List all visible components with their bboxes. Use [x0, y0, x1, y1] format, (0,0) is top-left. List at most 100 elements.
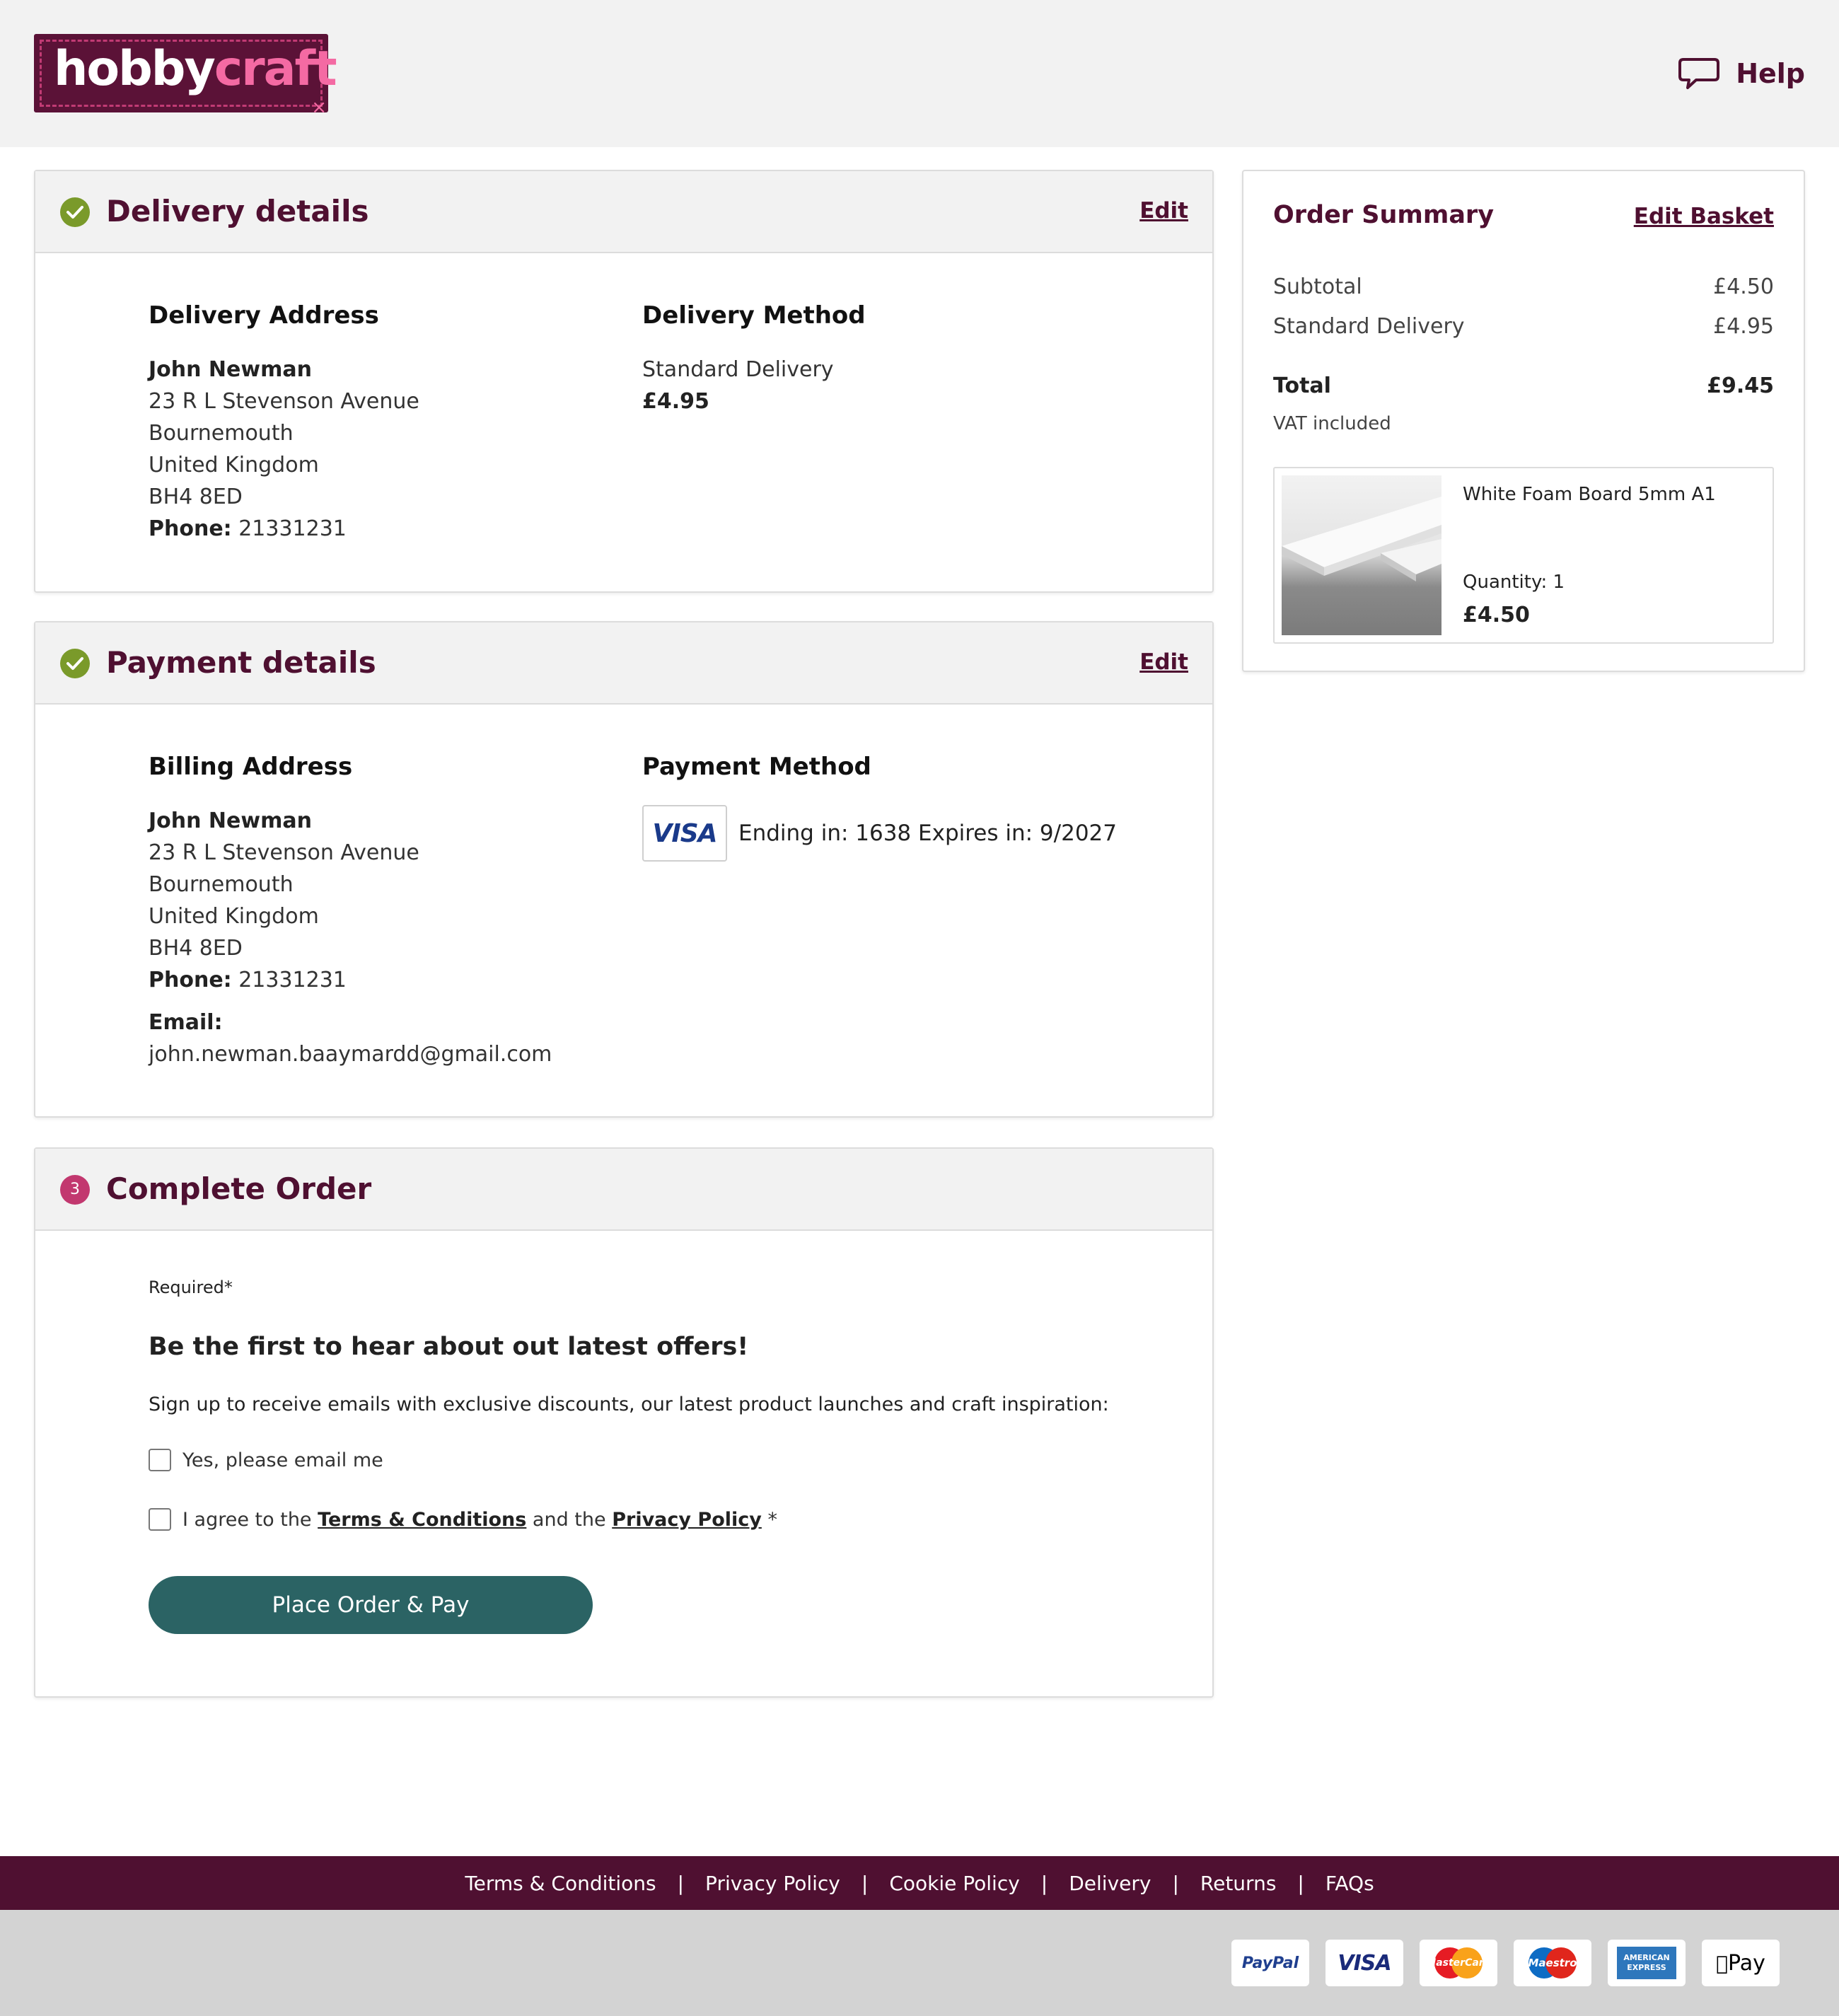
visa-card-icon: VISA	[642, 805, 727, 862]
delivery-name: John Newman	[149, 357, 312, 382]
footer-link-returns[interactable]: Returns	[1200, 1872, 1277, 1895]
hobbycraft-logo[interactable]: hobbycraft ×	[34, 34, 337, 117]
help-label: Help	[1736, 58, 1805, 89]
footer-link-privacy[interactable]: Privacy Policy	[705, 1872, 840, 1895]
billing-line1: 23 R L Stevenson Avenue	[149, 840, 419, 865]
delivery-edit-link[interactable]: Edit	[1139, 198, 1188, 224]
edit-basket-link[interactable]: Edit Basket	[1634, 204, 1774, 229]
delivery-details-header: Delivery details Edit	[35, 171, 1212, 253]
check-circle-icon	[60, 649, 90, 678]
delivery-method-block: Delivery Method Standard Delivery £4.95	[642, 300, 866, 417]
billing-address-heading: Billing Address	[149, 753, 353, 781]
foam-board-image	[1282, 497, 1441, 581]
delivery-method-name: Standard Delivery	[642, 357, 834, 382]
footer-separator: |	[1297, 1871, 1304, 1895]
complete-order-title: Complete Order	[106, 1171, 372, 1206]
billing-email-label: Email:	[149, 1010, 223, 1035]
billing-address-lines: John Newman 23 R L Stevenson Avenue Bour…	[149, 805, 552, 1070]
logo-wordmark: hobbycraft	[54, 41, 337, 97]
delivery-country: United Kingdom	[149, 453, 319, 477]
terms-agree-option[interactable]: I agree to the Terms & Conditions and th…	[149, 1508, 777, 1531]
billing-phone: Phone: 21331231	[149, 968, 347, 992]
product-thumbnail	[1282, 475, 1441, 635]
total-row: Total £9.45	[1273, 373, 1774, 398]
help-link[interactable]: Help	[1678, 54, 1805, 93]
apple-pay-icon: Pay	[1702, 1940, 1780, 1986]
billing-city: Bournemouth	[149, 872, 294, 897]
logo-stitch-mark: ×	[311, 97, 327, 118]
product-quantity: Quantity: 1	[1463, 572, 1565, 593]
footer-links-bar: Terms & Conditions | Privacy Policy | Co…	[0, 1856, 1839, 1910]
billing-email: john.newman.baaymardd@gmail.com	[149, 1042, 552, 1067]
payment-details-card: Payment details Edit Billing Address Joh…	[34, 621, 1214, 1118]
payment-card-row: VISA Ending in: 1638 Expires in: 9/2027	[642, 805, 1117, 862]
payment-edit-link[interactable]: Edit	[1139, 649, 1188, 675]
delivery-line1: 23 R L Stevenson Avenue	[149, 389, 419, 414]
payment-method-heading: Payment Method	[642, 753, 871, 781]
delivery-details-title: Delivery details	[106, 194, 369, 228]
delivery-phone: Phone: 21331231	[149, 516, 347, 541]
place-order-button[interactable]: Place Order & Pay	[149, 1576, 593, 1634]
billing-name: John Newman	[149, 809, 312, 833]
complete-order-card: 3 Complete Order Required* Be the first …	[34, 1147, 1214, 1698]
paypal-icon: PayPal	[1231, 1940, 1309, 1986]
footer-link-faqs[interactable]: FAQs	[1325, 1872, 1374, 1895]
billing-country: United Kingdom	[149, 904, 319, 929]
signup-text: Sign up to receive emails with exclusive…	[149, 1394, 1109, 1415]
footer-link-delivery[interactable]: Delivery	[1069, 1872, 1151, 1895]
privacy-policy-link[interactable]: Privacy Policy	[612, 1509, 762, 1531]
delivery-method-price: £4.95	[642, 389, 709, 414]
terms-agree-text: I agree to the Terms & Conditions and th…	[182, 1508, 777, 1531]
offers-heading: Be the first to hear about out latest of…	[149, 1333, 749, 1361]
product-name: White Foam Board 5mm A1	[1463, 484, 1716, 505]
product-price: £4.50	[1463, 603, 1530, 627]
card-details-text: Ending in: 1638 Expires in: 9/2027	[738, 821, 1117, 846]
maestro-icon: Maestro	[1514, 1940, 1591, 1986]
delivery-address-block: Delivery Address John Newman 23 R L Stev…	[149, 300, 419, 545]
complete-order-header: 3 Complete Order	[35, 1149, 1212, 1231]
check-circle-icon	[60, 197, 90, 227]
payment-details-title: Payment details	[106, 645, 376, 680]
footer-separator: |	[1040, 1871, 1048, 1895]
delivery-details-card: Delivery details Edit Delivery Address J…	[34, 170, 1214, 593]
basket-item[interactable]: White Foam Board 5mm A1 Quantity: 1 £4.5…	[1273, 467, 1774, 644]
delivery-address-heading: Delivery Address	[149, 301, 379, 330]
delivery-method-lines: Standard Delivery £4.95	[642, 354, 866, 417]
terms-agree-checkbox[interactable]	[149, 1508, 171, 1531]
total-value: £9.45	[1707, 373, 1774, 398]
subtotal-row: Subtotal £4.50	[1273, 274, 1774, 299]
visa-icon: VISA	[1325, 1940, 1403, 1986]
amex-icon: AMERICAN EXPRESS	[1608, 1940, 1686, 1986]
terms-conditions-link[interactable]: Terms & Conditions	[318, 1509, 526, 1531]
email-optin-label: Yes, please email me	[182, 1449, 383, 1471]
payment-details-header: Payment details Edit	[35, 622, 1212, 705]
footer-separator: |	[1172, 1871, 1179, 1895]
footer-separator: |	[861, 1871, 869, 1895]
subtotal-value: £4.50	[1713, 274, 1774, 299]
vat-note: VAT included	[1273, 413, 1391, 434]
footer-separator: |	[677, 1871, 685, 1895]
billing-address-block: Billing Address John Newman 23 R L Steve…	[149, 751, 552, 1070]
step-number: 3	[70, 1181, 80, 1198]
delivery-postcode: BH4 8ED	[149, 485, 243, 509]
site-header: hobbycraft × Help	[0, 0, 1839, 147]
footer-link-cookie[interactable]: Cookie Policy	[889, 1872, 1019, 1895]
email-optin-checkbox[interactable]	[149, 1449, 171, 1471]
speech-bubble-icon	[1678, 58, 1720, 89]
order-summary-title: Order Summary	[1273, 201, 1495, 229]
delivery-cost-row: Standard Delivery £4.95	[1273, 314, 1774, 339]
required-note: Required*	[149, 1278, 233, 1297]
total-label: Total	[1273, 373, 1331, 398]
email-optin-option[interactable]: Yes, please email me	[149, 1449, 383, 1471]
billing-postcode: BH4 8ED	[149, 936, 243, 961]
mastercard-icon: MasterCard	[1420, 1940, 1497, 1986]
footer-link-terms[interactable]: Terms & Conditions	[465, 1872, 656, 1895]
delivery-address-lines: John Newman 23 R L Stevenson Avenue Bour…	[149, 354, 419, 545]
payment-methods-bar: PayPal VISA MasterCard Maestro AMERICAN …	[0, 1910, 1839, 2016]
delivery-cost-label: Standard Delivery	[1273, 314, 1465, 339]
delivery-city: Bournemouth	[149, 421, 294, 446]
order-summary-card: Order Summary Edit Basket Subtotal £4.50…	[1242, 170, 1805, 672]
payment-method-block: Payment Method VISA Ending in: 1638 Expi…	[642, 751, 1117, 862]
subtotal-label: Subtotal	[1273, 274, 1362, 299]
delivery-method-heading: Delivery Method	[642, 301, 866, 330]
